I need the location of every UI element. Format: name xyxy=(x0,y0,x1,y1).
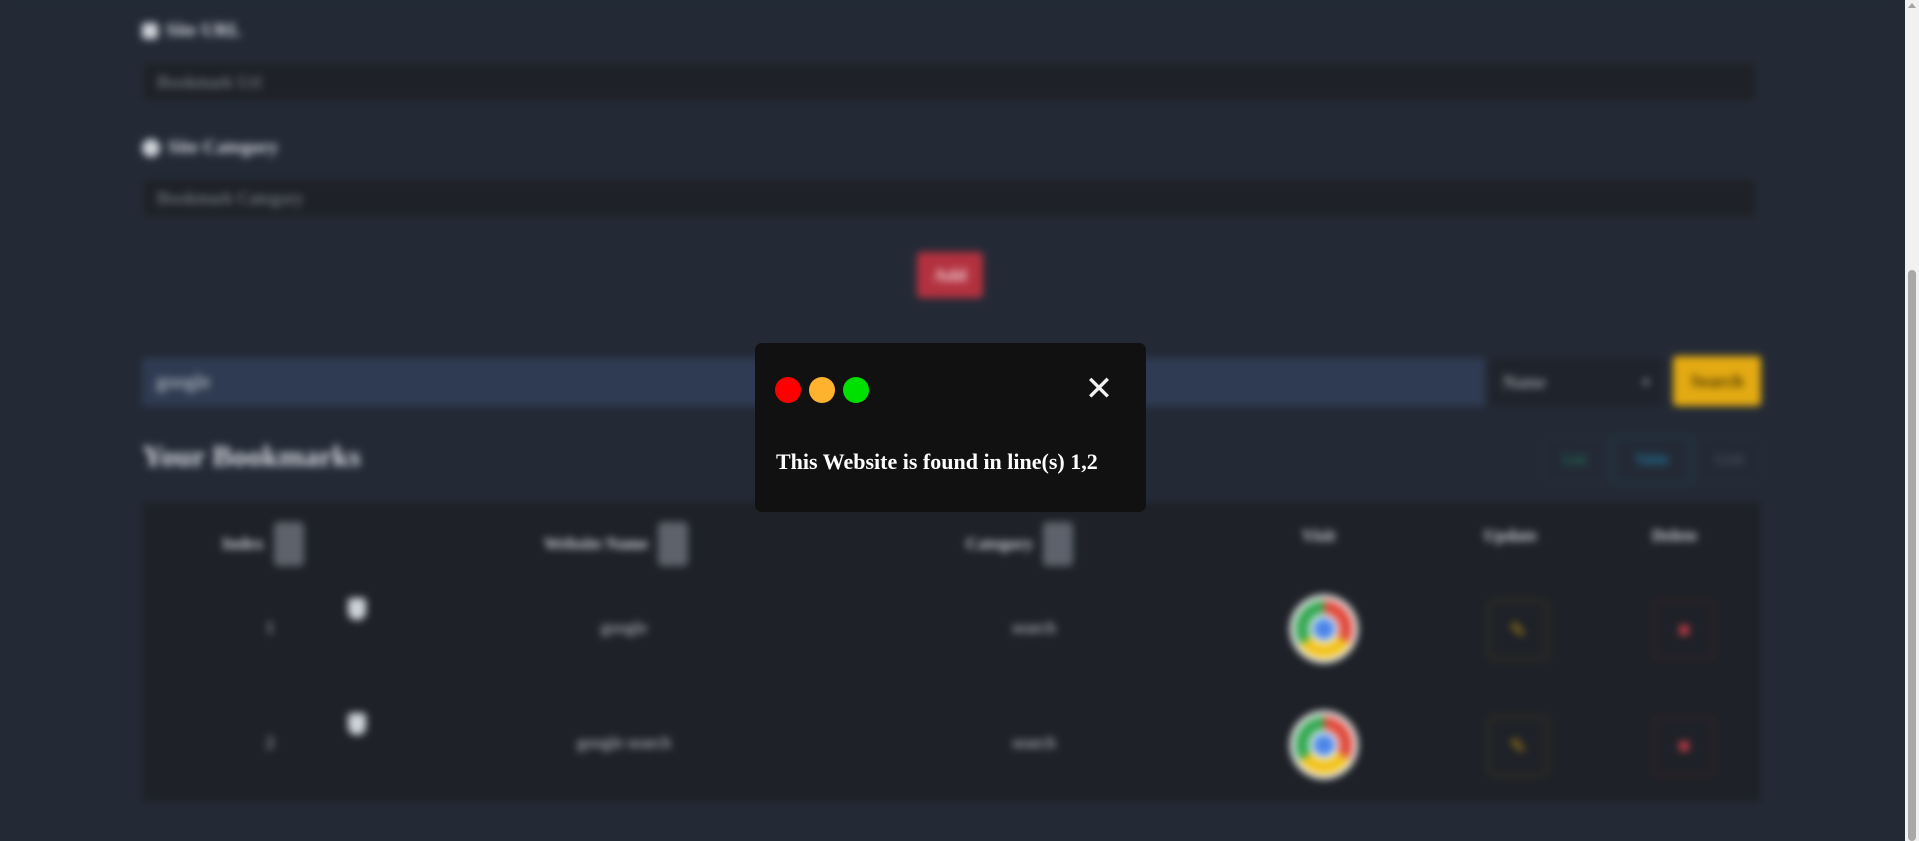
row-2-index: 2 xyxy=(265,733,275,752)
site-category-input[interactable]: Bookmark Category xyxy=(142,178,1757,218)
yellow-dot-icon xyxy=(809,377,835,403)
visit-site-icon[interactable] xyxy=(1295,600,1353,658)
scroll-up-arrow-icon[interactable] xyxy=(1908,3,1916,8)
filter-select-value: Name xyxy=(1503,371,1546,392)
search-input-value: google xyxy=(156,370,211,393)
column-header-index-label: Index xyxy=(222,534,264,553)
pin-icon xyxy=(348,598,366,620)
page-scrollbar[interactable] xyxy=(1905,0,1919,841)
site-category-label: Site Category xyxy=(142,137,278,159)
trash-icon: ■ xyxy=(1677,618,1691,641)
page: Site URL Bookmark Url Site Category Book… xyxy=(0,0,1919,841)
column-header-category: Category xyxy=(966,522,1074,566)
sort-category-button[interactable] xyxy=(1043,522,1074,566)
close-icon[interactable]: ✕ xyxy=(1081,371,1117,407)
sort-index-button[interactable] xyxy=(273,522,304,566)
edit-icon: ✎ xyxy=(1509,735,1527,758)
column-header-category-label: Category xyxy=(966,534,1034,553)
search-result-modal: ✕ This Website is found in line(s) 1,2 xyxy=(755,343,1146,512)
update-button[interactable]: ✎ xyxy=(1488,600,1548,660)
row-1-category: search xyxy=(1012,618,1056,637)
bookmarks-table: Index Website Name Category Visit Update… xyxy=(142,502,1761,802)
green-dot-icon xyxy=(843,377,869,403)
site-url-input[interactable]: Bookmark Url xyxy=(142,62,1757,102)
site-url-label: Site URL xyxy=(142,20,241,42)
column-header-index: Index xyxy=(222,522,304,566)
row-1-index: 1 xyxy=(265,618,275,637)
edit-icon: ✎ xyxy=(1509,619,1527,642)
pin-icon xyxy=(348,713,366,735)
column-header-update: Update xyxy=(1484,526,1537,545)
scrollbar-thumb[interactable] xyxy=(1908,270,1916,841)
bookmarks-title: Your Bookmarks xyxy=(142,440,361,473)
delete-button[interactable]: ■ xyxy=(1654,716,1714,776)
visit-site-icon[interactable] xyxy=(1295,716,1353,774)
view-toggle-grid[interactable]: Grid xyxy=(1695,436,1763,484)
link-icon xyxy=(142,23,158,39)
row-2-name: google search xyxy=(577,733,671,752)
column-header-website-name-label: Website Name xyxy=(544,534,649,553)
search-button[interactable]: Search xyxy=(1673,356,1761,406)
site-category-placeholder: Bookmark Category xyxy=(157,187,304,208)
site-url-placeholder: Bookmark Url xyxy=(157,71,262,92)
trash-icon: ■ xyxy=(1677,734,1691,757)
red-dot-icon xyxy=(775,377,801,403)
update-button[interactable]: ✎ xyxy=(1488,716,1548,776)
sort-website-name-button[interactable] xyxy=(658,522,689,566)
row-1-name: google xyxy=(600,618,648,637)
chevron-down-icon: ▾ xyxy=(1642,375,1649,389)
column-header-delete: Delete xyxy=(1652,526,1698,545)
filter-select[interactable]: Name ▾ xyxy=(1489,358,1663,406)
view-toggle-list[interactable]: List xyxy=(1541,436,1609,484)
column-header-website-name: Website Name xyxy=(544,522,689,566)
site-url-label-text: Site URL xyxy=(166,20,242,41)
delete-button[interactable]: ■ xyxy=(1654,600,1714,660)
row-2-category: search xyxy=(1012,733,1056,752)
add-button[interactable]: Add xyxy=(917,252,983,298)
view-toggle-table[interactable]: Table xyxy=(1613,436,1691,484)
category-icon xyxy=(142,139,160,157)
column-header-visit: Visit xyxy=(1302,526,1336,545)
modal-message: This Website is found in line(s) 1,2 xyxy=(776,449,1098,474)
site-category-label-text: Site Category xyxy=(168,137,279,158)
